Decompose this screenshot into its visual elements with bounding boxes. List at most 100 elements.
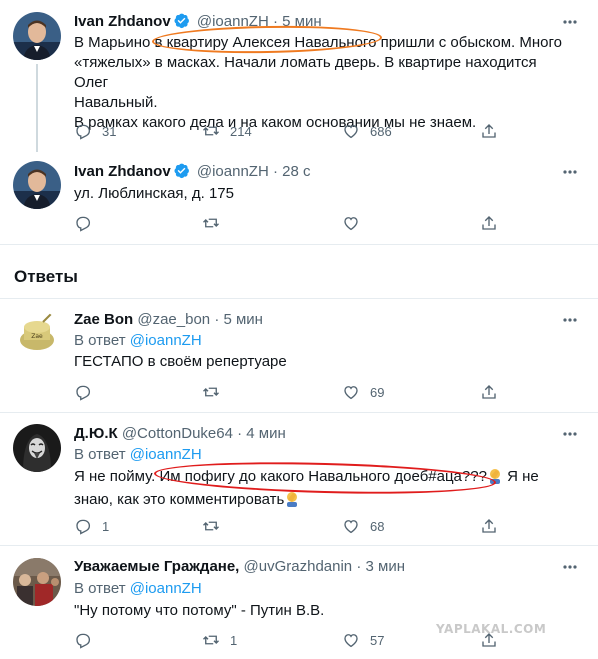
retweet-button[interactable]: 1 (202, 630, 240, 650)
replying-to: В ответ @ioannZH (74, 579, 202, 599)
share-icon (482, 519, 496, 533)
watermark: YAPLAKAL.COM (436, 622, 547, 636)
share-button[interactable] (480, 516, 508, 536)
tweet-text: "Ну потому что потому" - Путин В.В. (74, 602, 325, 619)
share-button[interactable] (480, 121, 508, 141)
heart-icon (344, 386, 358, 400)
heart-icon (344, 520, 358, 534)
reply-count: 31 (102, 123, 117, 139)
tweet-actions: 31 214 686 (74, 121, 514, 141)
retweet-count: 1 (230, 632, 238, 648)
author-handle[interactable]: @ioannZH (197, 13, 269, 30)
replying-to-handle[interactable]: @ioannZH (130, 332, 202, 349)
more-options-icon[interactable] (560, 557, 580, 577)
separator-dot: · (272, 13, 278, 30)
tweet-actions: 69 (74, 382, 514, 402)
tweet-2[interactable]: Ivan Zhdanov @ioannZH · 28 с ул. Люблинс… (0, 150, 598, 242)
thread-connector (36, 64, 38, 152)
author-name[interactable]: Д.Ю.К (74, 425, 118, 442)
tweet-header: Д.Ю.К @CottonDuke64 · 4 мин (74, 424, 286, 444)
retweet-icon (203, 387, 219, 397)
author-name[interactable]: Zae Bon (74, 311, 133, 328)
retweet-button[interactable] (202, 382, 240, 402)
tweet-text-line: Я не пойму. Им пофигу до какого Навально… (74, 467, 574, 490)
tweet-actions (74, 213, 514, 233)
retweet-icon (203, 218, 219, 228)
tweet-1[interactable]: Ivan Zhdanov @ioannZH · 5 мин В Марьино … (0, 0, 598, 152)
share-icon (482, 216, 496, 230)
tweet-text: В Марьино в квартиру Алексея Навального … (74, 33, 574, 133)
tweet-text: ГЕСТАПО в своём репертуаре (74, 353, 287, 370)
more-options-icon[interactable] (560, 424, 580, 444)
like-button[interactable]: 68 (342, 516, 384, 536)
reply-3[interactable]: Уважаемые Граждане, @uvGrazhdanin · 3 ми… (0, 546, 598, 659)
timestamp[interactable]: 28 с (282, 163, 310, 180)
section-gap (0, 245, 598, 253)
avatar[interactable] (13, 12, 61, 60)
reply-button[interactable]: 31 (74, 121, 116, 141)
author-handle[interactable]: @ioannZH (197, 163, 269, 180)
verified-badge-icon (173, 162, 190, 185)
more-options-icon[interactable] (560, 12, 580, 32)
more-options-icon[interactable] (560, 310, 580, 330)
timestamp[interactable]: 3 мин (366, 558, 406, 575)
reply-button[interactable]: 1 (74, 516, 112, 536)
heart-icon (344, 634, 358, 648)
replying-to-handle[interactable]: @ioannZH (130, 580, 202, 597)
author-handle[interactable]: @zae_bon (137, 311, 210, 328)
author-handle[interactable]: @uvGrazhdanin (244, 558, 353, 575)
like-count: 69 (370, 384, 385, 400)
retweet-icon (203, 635, 219, 645)
separator-dot: · (356, 558, 362, 575)
timestamp[interactable]: 5 мин (282, 13, 322, 30)
svg-text:Zae: Zae (31, 333, 43, 340)
facepalm-emoji-icon (487, 468, 503, 490)
share-icon (482, 385, 496, 399)
tweet-text-segment: знаю, как это комментировать (74, 491, 285, 508)
reply-count: 1 (102, 518, 110, 534)
reply-icon (76, 216, 91, 232)
separator-dot: · (272, 163, 278, 180)
retweet-icon (203, 521, 219, 531)
author-name[interactable]: Ivan Zhdanov (74, 13, 171, 30)
share-button[interactable] (480, 213, 508, 233)
avatar[interactable] (13, 424, 61, 472)
verified-badge-icon (173, 12, 190, 35)
reply-button[interactable] (74, 213, 112, 233)
like-button[interactable]: 69 (342, 382, 384, 402)
retweet-count: 214 (230, 123, 252, 139)
retweet-button[interactable] (202, 213, 240, 233)
reply-icon (76, 385, 91, 401)
like-button[interactable]: 686 (342, 121, 392, 141)
like-count: 57 (370, 632, 385, 648)
share-button[interactable] (480, 382, 508, 402)
reply-button[interactable] (74, 630, 112, 650)
tweet-text: ул. Люблинская, д. 175 (74, 185, 234, 202)
tweet-header: Ivan Zhdanov @ioannZH · 28 с (74, 162, 311, 185)
timestamp[interactable]: 5 мин (223, 311, 263, 328)
share-icon (482, 124, 496, 138)
reply-button[interactable] (74, 382, 112, 402)
avatar[interactable] (13, 161, 61, 209)
tweet-text-segment: Я не (507, 468, 539, 485)
more-options-icon[interactable] (560, 162, 580, 182)
reply-icon (76, 633, 91, 649)
timestamp[interactable]: 4 мин (246, 425, 286, 442)
tweet-text-line: знаю, как это комментировать (74, 490, 574, 513)
author-name[interactable]: Ivan Zhdanov (74, 163, 171, 180)
avatar[interactable]: Zae (13, 310, 61, 358)
tweet-actions: 1 68 (74, 516, 514, 536)
like-button[interactable] (342, 213, 380, 233)
like-button[interactable]: 57 (342, 630, 384, 650)
avatar[interactable] (13, 558, 61, 606)
author-name[interactable]: Уважаемые Граждане, (74, 558, 239, 575)
separator-dot: · (214, 311, 220, 328)
like-count: 686 (370, 123, 392, 139)
reply-1[interactable]: Zae Zae Bon @zae_bon · 5 мин В ответ @io… (0, 299, 598, 411)
replying-to: В ответ @ioannZH (74, 445, 202, 465)
retweet-button[interactable] (202, 516, 240, 536)
retweet-button[interactable]: 214 (202, 121, 252, 141)
replying-to-handle[interactable]: @ioannZH (130, 446, 202, 463)
author-handle[interactable]: @CottonDuke64 (122, 425, 233, 442)
reply-2[interactable]: Д.Ю.К @CottonDuke64 · 4 мин В ответ @ioa… (0, 413, 598, 543)
